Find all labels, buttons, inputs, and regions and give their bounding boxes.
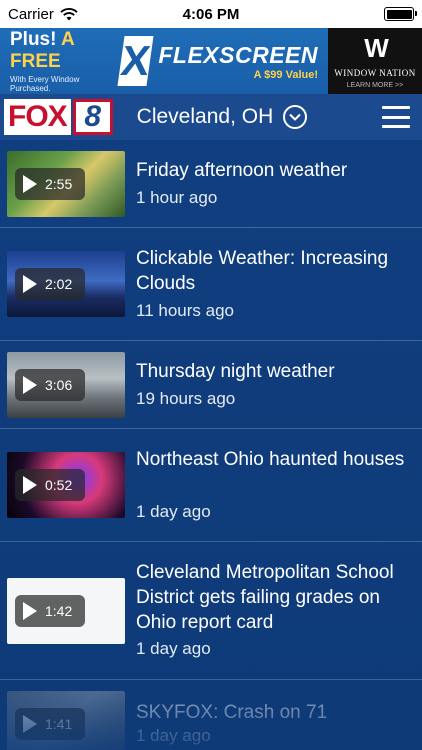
video-list[interactable]: 2:55 Friday afternoon weather 1 hour ago…	[0, 140, 422, 750]
wifi-icon	[60, 7, 78, 20]
ad-banner[interactable]: Plus! A FREE With Every Window Purchased…	[0, 28, 422, 94]
video-thumbnail[interactable]: 1:42	[7, 578, 125, 644]
video-timestamp: 1 hour ago	[136, 188, 218, 207]
battery-icon	[384, 7, 417, 21]
video-duration: 1:42	[45, 603, 73, 619]
location-label: Cleveland, OH	[136, 105, 274, 128]
play-icon	[23, 376, 37, 394]
ad-brand: FLEXSCREEN	[158, 41, 318, 68]
ad-main[interactable]: Plus! A FREE With Every Window Purchased…	[0, 28, 328, 94]
video-title[interactable]: Friday afternoon weather	[136, 158, 414, 183]
list-item[interactable]: 1:42 Cleveland Metropolitan School Distr…	[0, 542, 422, 680]
video-title[interactable]: Thursday night weather	[136, 359, 414, 384]
play-badge[interactable]: 3:06	[15, 369, 85, 401]
ad-brand-block: FLEXSCREEN A $99 Value!	[158, 42, 318, 81]
list-item[interactable]: 3:06 Thursday night weather 19 hours ago	[0, 341, 422, 429]
list-item[interactable]: 2:55 Friday afternoon weather 1 hour ago	[0, 140, 422, 228]
ad-headline-prefix: Plus!	[10, 29, 62, 50]
play-badge[interactable]: 1:41	[15, 708, 85, 740]
chevron-down-icon[interactable]	[283, 105, 308, 129]
video-duration: 1:41	[45, 716, 73, 732]
play-icon	[23, 715, 37, 733]
play-badge[interactable]: 0:52	[15, 469, 85, 501]
menu-line	[382, 106, 410, 109]
play-icon	[23, 476, 37, 494]
video-timestamp: 19 hours ago	[136, 389, 236, 408]
channel-8-logo: 8	[72, 99, 113, 135]
fox-logo: FOX	[4, 99, 71, 135]
video-timestamp: 1 day ago	[136, 639, 211, 658]
ad-value: A $99 Value!	[253, 68, 318, 81]
video-timestamp: 1 day ago	[136, 502, 211, 521]
menu-line	[382, 125, 410, 128]
list-item[interactable]: 0:52 Northeast Ohio haunted houses 1 day…	[0, 429, 422, 542]
carrier-label: Carrier	[8, 5, 54, 23]
video-thumbnail[interactable]: 2:55	[7, 151, 125, 217]
video-timestamp: 1 day ago	[136, 726, 211, 745]
video-title[interactable]: Northeast Ohio haunted houses	[136, 447, 414, 472]
status-left: Carrier	[8, 6, 78, 23]
video-title[interactable]: SKYFOX: Crash on 71	[136, 700, 414, 725]
location-selector[interactable]: Cleveland, OH	[137, 105, 308, 129]
status-bar: Carrier 4:06 PM	[0, 0, 422, 28]
play-icon	[23, 275, 37, 293]
play-icon	[23, 602, 37, 620]
ad-x-logo: X	[117, 36, 154, 86]
ad-text: Plus! A FREE With Every Window Purchased…	[10, 29, 113, 93]
video-duration: 3:06	[45, 377, 73, 393]
hamburger-menu-icon[interactable]	[382, 106, 410, 128]
learn-more-link[interactable]: LEARN MORE >>	[347, 82, 403, 89]
video-duration: 2:02	[45, 276, 73, 292]
video-title[interactable]: Cleveland Metropolitan School District g…	[136, 560, 414, 635]
ad-side-panel[interactable]: W WINDOW NATION LEARN MORE >>	[328, 28, 422, 94]
list-item[interactable]: 1:41 SKYFOX: Crash on 71 1 day ago	[0, 680, 422, 750]
ad-headline: Plus! A FREE	[10, 29, 113, 73]
menu-line	[382, 115, 410, 119]
app-header: FOX 8 Cleveland, OH	[0, 94, 422, 140]
window-nation-logo: W	[364, 33, 388, 63]
video-thumbnail[interactable]: 2:02	[7, 251, 125, 317]
battery-fill	[386, 9, 412, 19]
play-badge[interactable]: 2:55	[15, 168, 85, 200]
play-badge[interactable]: 1:42	[15, 595, 85, 627]
video-duration: 0:52	[45, 477, 73, 493]
play-badge[interactable]: 2:02	[15, 268, 85, 300]
window-nation-name: WINDOW NATION	[334, 68, 416, 78]
video-thumbnail[interactable]: 3:06	[7, 352, 125, 418]
list-item[interactable]: 2:02 Clickable Weather: Increasing Cloud…	[0, 228, 422, 341]
video-thumbnail[interactable]: 1:41	[7, 691, 125, 750]
play-icon	[23, 175, 37, 193]
video-duration: 2:55	[45, 176, 73, 192]
video-title[interactable]: Clickable Weather: Increasing Clouds	[136, 246, 414, 296]
video-timestamp: 11 hours ago	[136, 301, 234, 320]
ad-subline: With Every Window Purchased.	[10, 75, 80, 93]
video-thumbnail[interactable]: 0:52	[7, 452, 125, 518]
